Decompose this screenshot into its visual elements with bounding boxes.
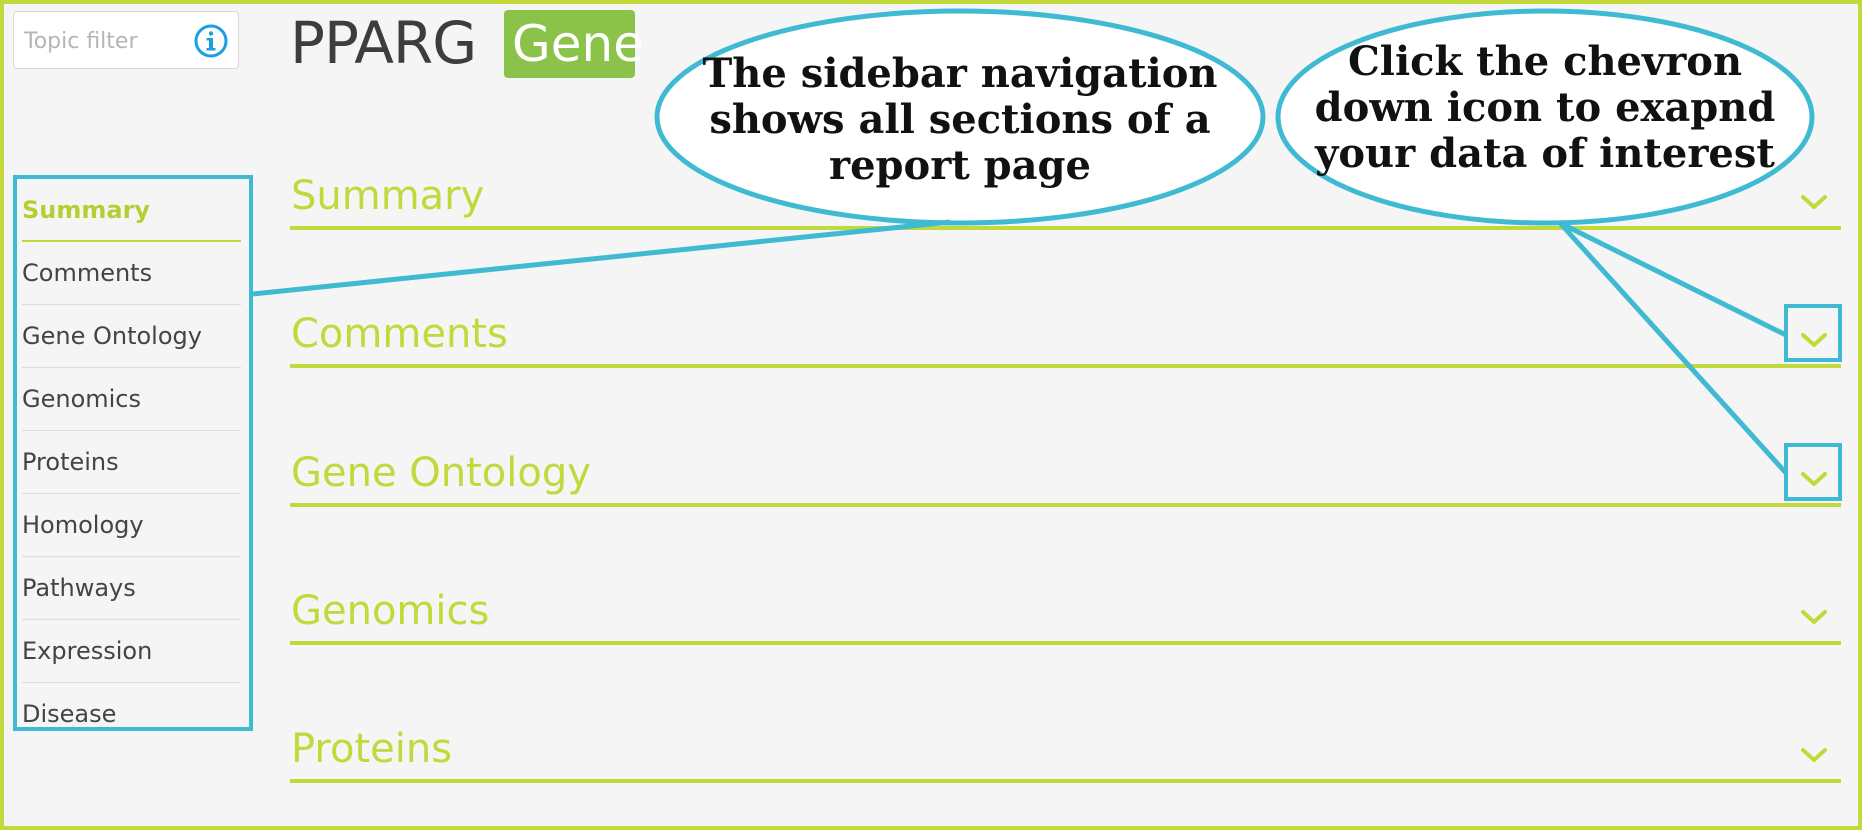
info-icon[interactable] [192, 22, 230, 60]
annotation-overlay [252, 8, 1815, 475]
chevron-callout-text: Click the chevron down icon to exapnd yo… [1314, 38, 1776, 177]
chevron-down-icon[interactable] [1797, 467, 1831, 491]
sidebar-item-disease[interactable]: Disease [22, 683, 241, 746]
section-summary[interactable]: Summary [290, 170, 1841, 230]
gene-type-badge: Gene [504, 10, 644, 78]
sidebar-item-expression[interactable]: Expression [22, 620, 241, 683]
sidebar-item-proteins[interactable]: Proteins [22, 431, 241, 494]
chevron-down-icon[interactable] [1797, 605, 1831, 629]
section-title: Proteins [291, 726, 453, 772]
section-title: Genomics [291, 588, 490, 634]
section-comments[interactable]: Comments [290, 308, 1841, 368]
section-title: Gene Ontology [291, 450, 591, 496]
section-title: Summary [291, 173, 485, 219]
sidebar-item-genomics[interactable]: Genomics [22, 368, 241, 431]
sidebar-item-gene-ontology[interactable]: Gene Ontology [22, 305, 241, 368]
sidebar-nav: Summary Comments Gene Ontology Genomics … [13, 175, 253, 731]
sidebar-item-comments[interactable]: Comments [22, 242, 241, 305]
chevron-down-icon[interactable] [1797, 743, 1831, 767]
sidebar-item-summary[interactable]: Summary [22, 179, 241, 242]
topic-filter [13, 11, 239, 69]
sidebar-item-homology[interactable]: Homology [22, 494, 241, 557]
topic-filter-input[interactable] [22, 22, 186, 60]
chevron-down-icon[interactable] [1797, 328, 1831, 352]
sidebar-item-pathways[interactable]: Pathways [22, 557, 241, 620]
outer-frame [0, 0, 1862, 830]
page-title: PPARG [290, 9, 477, 77]
section-proteins[interactable]: Proteins [290, 723, 1841, 783]
sidebar-connector-line [252, 219, 951, 297]
section-title: Comments [291, 311, 508, 357]
chevron-down-icon[interactable] [1797, 190, 1831, 214]
section-genomics[interactable]: Genomics [290, 585, 1841, 645]
section-gene-ontology[interactable]: Gene Ontology [290, 447, 1841, 507]
